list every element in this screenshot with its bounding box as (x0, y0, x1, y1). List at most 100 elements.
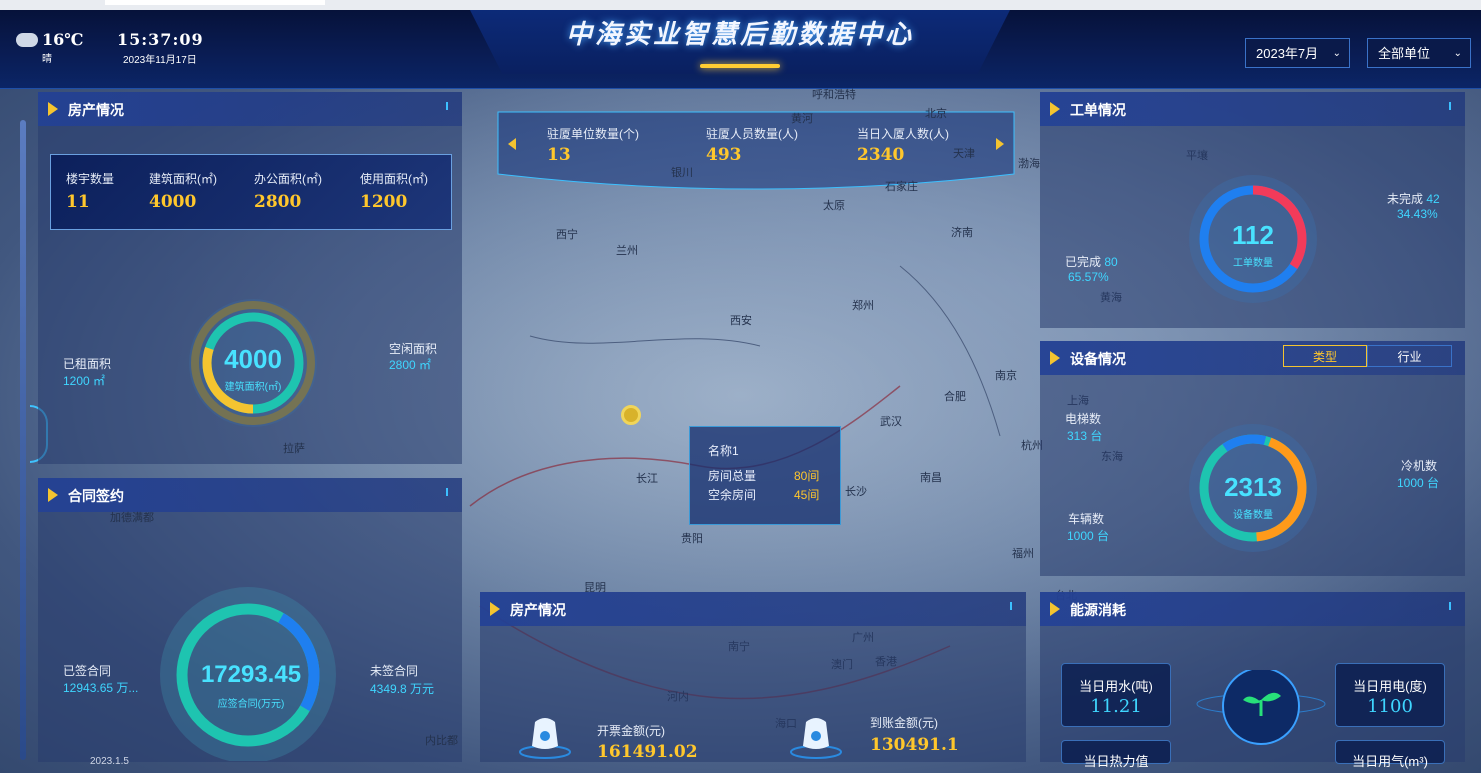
panel-header: 工单情况 (1040, 92, 1465, 126)
gas-card: 当日用气(m³) (1335, 740, 1445, 769)
stat-label: 建筑面积(㎡) (149, 172, 217, 186)
panel-corner-icon (446, 488, 454, 496)
contract-ring-value: 17293.45 (200, 661, 302, 688)
equipment-ring-label: 设备数量 (1233, 510, 1273, 521)
done-pct: 65.57% (1068, 270, 1109, 284)
panel-corner-icon (1449, 602, 1457, 610)
popup-free-value: 45间 (794, 488, 820, 502)
left-scrollbar[interactable] (20, 120, 26, 760)
map-label: 西宁 (556, 229, 578, 241)
idle-label: 空闲面积 (389, 342, 438, 356)
clock-date: 2023年11月17日 (123, 55, 197, 66)
page-title: 中海实业智慧后勤数据中心 (565, 19, 914, 49)
top-stat-value: 13 (547, 145, 571, 165)
cloud-rain-icon (16, 33, 38, 47)
top-stat-label: 驻厦单位数量(个) (547, 127, 639, 141)
chevron-right-icon (1050, 351, 1060, 365)
tab-industry[interactable]: 行业 (1367, 345, 1452, 367)
money-bag-icon (790, 718, 842, 759)
power-label: 当日用电(度) (1353, 679, 1427, 694)
contract-ring-label: 应签合同(万元) (217, 699, 285, 710)
title-glow-line (700, 64, 780, 68)
idle-value: 2800 ㎡ (389, 358, 432, 372)
power-value: 1100 (1367, 696, 1413, 717)
map-label: 福州 (1012, 548, 1034, 560)
elevator-value: 313 台 (1067, 429, 1103, 443)
panel-corner-icon (446, 102, 454, 110)
chevron-down-icon: ⌄ (1453, 48, 1462, 59)
month-select-value: 2023年7月 (1256, 46, 1319, 61)
water-label: 当日用水(吨) (1079, 679, 1153, 694)
rented-label: 已租面积 (63, 357, 112, 371)
chevron-right-icon (1050, 102, 1060, 116)
vehicle-value: 1000 台 (1067, 529, 1110, 543)
map-label: 西安 (730, 315, 752, 327)
map-label: 渤海 (1018, 158, 1040, 170)
vehicle-label: 车辆数 (1068, 512, 1105, 526)
undone-label: 未完成 (1387, 192, 1424, 206)
stat-value: 2800 (254, 192, 302, 212)
property-ring-label: 建筑面积(㎡) (224, 382, 282, 393)
chevron-right-icon (490, 602, 500, 616)
map-label: 拉萨 (283, 443, 305, 455)
map-label: 长江 (636, 473, 658, 485)
map-pin-icon[interactable] (621, 405, 641, 425)
top-stat-label: 当日入厦人数(人) (857, 127, 949, 141)
map-label: 石家庄 (885, 181, 918, 193)
stat-label: 办公面积(㎡) (254, 172, 322, 186)
map-label: 加德满都 (110, 512, 154, 524)
panel-title: 房产情况 (510, 602, 566, 618)
popup-name: 名称1 (708, 444, 739, 458)
panel-corner-icon (1449, 102, 1457, 110)
sprout-globe-icon (1196, 670, 1326, 745)
weather-description: 晴 (42, 54, 52, 65)
unsigned-label: 未签合同 (370, 664, 419, 678)
map-label: 长沙 (845, 486, 867, 498)
map-label: 内比都 (425, 735, 458, 747)
rented-value: 1200 ㎡ (63, 374, 106, 388)
top-stat-value: 2340 (857, 145, 905, 165)
popup-rooms-value: 80间 (794, 469, 820, 483)
panel-header: 房产情况 (480, 592, 1026, 626)
map-label: 南昌 (920, 472, 942, 484)
map-label: 武汉 (880, 416, 902, 428)
address-box[interactable] (105, 0, 325, 5)
month-select[interactable]: 2023年7月 ⌄ (1245, 38, 1350, 68)
panel-title: 设备情况 (1070, 351, 1126, 367)
undone-count: 42 (1426, 192, 1440, 206)
popup-rooms-label: 房间总量 (708, 469, 757, 483)
map-label: 南京 (995, 370, 1017, 382)
heat-card: 当日热力值 (1061, 740, 1171, 769)
chevron-right-icon (48, 488, 58, 502)
map-label: 北京 (925, 108, 947, 120)
browser-top-strip (0, 0, 1481, 10)
chevron-down-icon: ⌄ (1332, 48, 1341, 59)
signed-value: 12943.65 万... (63, 681, 139, 695)
equipment-ring-value: 2313 (1224, 472, 1282, 502)
power-card: 当日用电(度) 1100 (1335, 663, 1445, 727)
panel-header: 房产情况 (38, 92, 462, 126)
chiller-label: 冷机数 (1401, 459, 1438, 473)
top-stat-label: 驻厦人员数量(人) (706, 127, 798, 141)
unsigned-value: 4349.8 万元 (370, 682, 435, 696)
signed-label: 已签合同 (63, 664, 112, 678)
map-label: 济南 (951, 227, 973, 239)
done-count: 80 (1104, 255, 1118, 269)
workorder-ring-label: 工单数量 (1233, 258, 1273, 269)
map-label: 贵阳 (681, 533, 703, 545)
chiller-value: 1000 台 (1397, 476, 1440, 490)
water-card: 当日用水(吨) 11.21 (1061, 663, 1171, 727)
map-label: 银川 (671, 167, 693, 179)
invoice-value: 161491.02 (597, 742, 698, 762)
money-bag-icon (519, 718, 571, 759)
invoice-label: 开票金额(元) (597, 724, 665, 738)
stat-value: 11 (66, 192, 90, 212)
tab-type[interactable]: 类型 (1283, 345, 1367, 367)
elevator-label: 电梯数 (1065, 412, 1102, 426)
weather-temperature: 16℃ (42, 30, 84, 49)
map-label: 兰州 (616, 245, 638, 257)
unit-select[interactable]: 全部单位 ⌄ (1367, 38, 1471, 68)
panel-header: 能源消耗 (1040, 592, 1465, 626)
chevron-right-icon (48, 102, 58, 116)
unit-select-value: 全部单位 (1378, 46, 1431, 61)
